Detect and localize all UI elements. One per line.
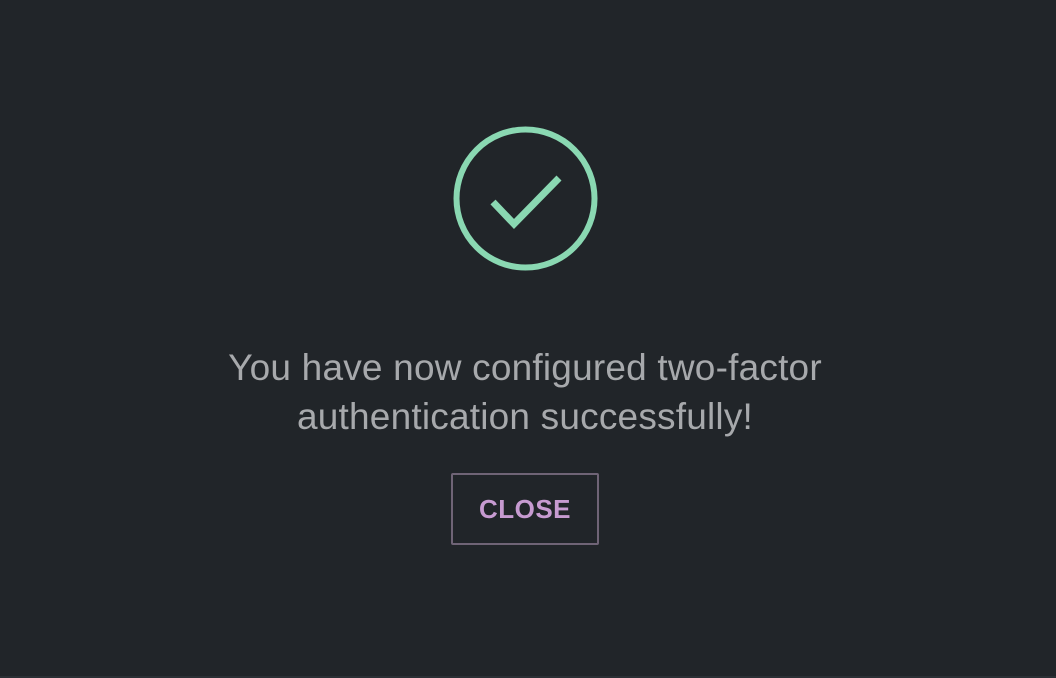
two-factor-success-dialog: You have now configured two-factor authe… bbox=[0, 0, 1056, 678]
success-message: You have now configured two-factor authe… bbox=[228, 347, 822, 437]
close-button[interactable]: CLOSE bbox=[451, 473, 599, 545]
check-circle-icon bbox=[453, 126, 598, 271]
